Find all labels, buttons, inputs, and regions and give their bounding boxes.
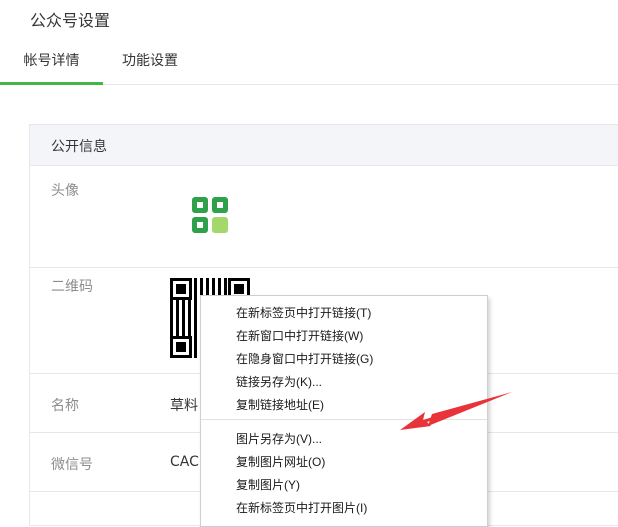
menu-save-link-as[interactable]: 链接另存为(K)... bbox=[236, 373, 322, 390]
qrcode-label: 二维码 bbox=[51, 279, 93, 295]
menu-open-link-incognito[interactable]: 在隐身窗口中打开链接(G) bbox=[236, 350, 373, 367]
card-header: 公开信息 bbox=[30, 125, 618, 166]
qr-finder bbox=[170, 336, 192, 358]
menu-copy-image[interactable]: 复制图片(Y) bbox=[236, 476, 300, 493]
menu-separator bbox=[201, 419, 487, 420]
avatar-label: 头像 bbox=[51, 183, 79, 199]
name-value: 草料 bbox=[170, 398, 198, 414]
name-label: 名称 bbox=[51, 398, 79, 414]
menu-save-image-as[interactable]: 图片另存为(V)... bbox=[236, 430, 322, 447]
tab-account-details[interactable]: 帐号详情 bbox=[0, 44, 103, 85]
tab-function-settings[interactable]: 功能设置 bbox=[122, 44, 178, 82]
context-menu: 在新标签页中打开链接(T) 在新窗口中打开链接(W) 在隐身窗口中打开链接(G)… bbox=[200, 295, 488, 527]
menu-copy-link-address[interactable]: 复制链接地址(E) bbox=[236, 396, 324, 413]
clover-logo-icon[interactable] bbox=[191, 196, 229, 234]
wechat-id-value: CAC bbox=[170, 454, 199, 470]
menu-open-link-new-window[interactable]: 在新窗口中打开链接(W) bbox=[236, 327, 363, 344]
qr-finder bbox=[170, 278, 192, 300]
avatar-row: 头像 bbox=[30, 166, 618, 268]
page-title: 公众号设置 bbox=[30, 11, 111, 30]
card-header-title: 公开信息 bbox=[51, 139, 107, 155]
menu-open-image-new-tab[interactable]: 在新标签页中打开图片(I) bbox=[236, 499, 367, 516]
tab-bar: 帐号详情 功能设置 bbox=[0, 44, 618, 85]
menu-open-link-new-tab[interactable]: 在新标签页中打开链接(T) bbox=[236, 304, 371, 321]
wechat-id-label: 微信号 bbox=[51, 457, 93, 473]
menu-copy-image-address[interactable]: 复制图片网址(O) bbox=[236, 453, 325, 470]
